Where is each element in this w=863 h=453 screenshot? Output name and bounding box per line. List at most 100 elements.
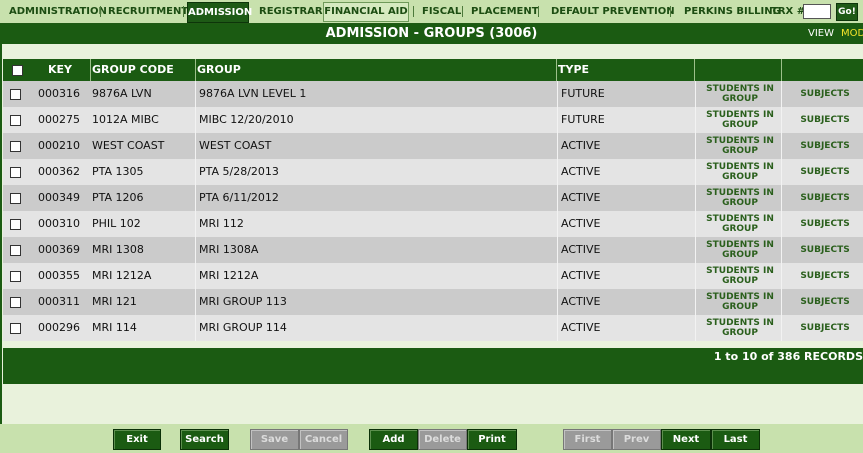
subjects-link[interactable]: SUBJECTS <box>782 107 863 133</box>
tab-admission[interactable]: ADMISSION <box>187 2 252 23</box>
table-row[interactable]: 000369 MRI 1308 MRI 1308A ACTIVE STUDENT… <box>3 237 863 263</box>
subjects-link[interactable]: SUBJECTS <box>782 185 863 211</box>
subjects-link[interactable]: SUBJECTS <box>782 81 863 107</box>
next-button[interactable]: Next <box>661 429 711 450</box>
cancel-button[interactable]: Cancel <box>299 429 348 450</box>
row-divider <box>195 263 196 289</box>
column-header-group-code[interactable]: GROUP CODE <box>92 59 174 81</box>
row-checkbox[interactable] <box>10 141 21 152</box>
subjects-link[interactable]: SUBJECTS <box>782 133 863 159</box>
students-in-group-link[interactable]: STUDENTS IN GROUP <box>700 266 780 286</box>
bottom-toolbar: Exit Search Save Cancel Add Delete Print… <box>0 424 863 453</box>
cell-group: PTA 5/28/2013 <box>199 165 279 178</box>
students-in-group-link[interactable]: STUDENTS IN GROUP <box>700 84 780 104</box>
row-divider <box>695 211 696 237</box>
table-row[interactable]: 000311 MRI 121 MRI GROUP 113 ACTIVE STUD… <box>3 289 863 315</box>
trx-input[interactable] <box>803 4 831 19</box>
add-button[interactable]: Add <box>369 429 418 450</box>
column-header-key[interactable]: KEY <box>48 59 72 81</box>
row-checkbox[interactable] <box>10 271 21 282</box>
cell-group: MRI 1308A <box>199 243 259 256</box>
cell-group: 9876A LVN LEVEL 1 <box>199 87 307 100</box>
subjects-link[interactable]: SUBJECTS <box>782 159 863 185</box>
students-in-group-link[interactable]: STUDENTS IN GROUP <box>700 188 780 208</box>
row-divider <box>695 315 696 341</box>
subjects-link[interactable]: SUBJECTS <box>782 315 863 341</box>
row-checkbox[interactable] <box>10 167 21 178</box>
row-divider <box>195 237 196 263</box>
cell-group: MRI 112 <box>199 217 244 230</box>
table-row[interactable]: 000275 1012A MIBC MIBC 12/20/2010 FUTURE… <box>3 107 863 133</box>
tab-recruitment[interactable]: RECRUITMENT <box>108 0 188 23</box>
exit-button[interactable]: Exit <box>113 429 161 450</box>
row-checkbox[interactable] <box>10 89 21 100</box>
save-button[interactable]: Save <box>250 429 299 450</box>
nav-divider <box>538 6 539 17</box>
cell-group-code: PHIL 102 <box>92 217 141 230</box>
modify-mode-link[interactable]: MOD <box>841 24 863 44</box>
students-in-group-link[interactable]: STUDENTS IN GROUP <box>700 110 780 130</box>
tab-administration[interactable]: ADMINISTRATION <box>9 0 107 23</box>
students-in-group-link[interactable]: STUDENTS IN GROUP <box>700 162 780 182</box>
print-button[interactable]: Print <box>467 429 517 450</box>
table-row[interactable]: 000349 PTA 1206 PTA 6/11/2012 ACTIVE STU… <box>3 185 863 211</box>
row-checkbox[interactable] <box>10 245 21 256</box>
column-header-group[interactable]: GROUP <box>197 59 241 81</box>
row-checkbox[interactable] <box>10 219 21 230</box>
first-button[interactable]: First <box>563 429 612 450</box>
table-row[interactable]: 000210 WEST COAST WEST COAST ACTIVE STUD… <box>3 133 863 159</box>
table-row[interactable]: 000355 MRI 1212A MRI 1212A ACTIVE STUDEN… <box>3 263 863 289</box>
delete-button[interactable]: Delete <box>418 429 467 450</box>
students-in-group-link[interactable]: STUDENTS IN GROUP <box>700 240 780 260</box>
row-checkbox[interactable] <box>10 323 21 334</box>
tab-financial-aid[interactable]: FINANCIAL AID <box>323 2 409 22</box>
cell-group: MIBC 12/20/2010 <box>199 113 294 126</box>
students-in-group-link[interactable]: STUDENTS IN GROUP <box>700 136 780 156</box>
nav-divider <box>100 6 101 17</box>
table-row[interactable]: 000316 9876A LVN 9876A LVN LEVEL 1 FUTUR… <box>3 81 863 107</box>
tab-placement[interactable]: PLACEMENT <box>471 0 539 23</box>
tab-perkins-billing[interactable]: PERKINS BILLING <box>684 0 781 23</box>
row-divider <box>557 315 558 341</box>
cell-type: ACTIVE <box>561 295 601 308</box>
grid-footer: 1 to 10 of 386 RECORDS <box>3 348 863 384</box>
table-row[interactable]: 000362 PTA 1305 PTA 5/28/2013 ACTIVE STU… <box>3 159 863 185</box>
cell-group: PTA 6/11/2012 <box>199 191 279 204</box>
cell-group-code: MRI 1212A <box>92 269 152 282</box>
tab-default-prevention[interactable]: DEFAULT PREVENTION <box>551 0 675 23</box>
students-in-group-link[interactable]: STUDENTS IN GROUP <box>700 318 780 338</box>
last-button[interactable]: Last <box>711 429 760 450</box>
search-button[interactable]: Search <box>180 429 229 450</box>
select-all-checkbox[interactable] <box>12 65 23 76</box>
row-divider <box>195 81 196 107</box>
table-row[interactable]: 000310 PHIL 102 MRI 112 ACTIVE STUDENTS … <box>3 211 863 237</box>
cell-key: 000310 <box>38 217 80 230</box>
subjects-link[interactable]: SUBJECTS <box>782 289 863 315</box>
cell-key: 000316 <box>38 87 80 100</box>
row-checkbox[interactable] <box>10 193 21 204</box>
go-button[interactable]: Go! <box>836 3 858 21</box>
students-in-group-link[interactable]: STUDENTS IN GROUP <box>700 214 780 234</box>
tab-fiscal[interactable]: FISCAL <box>422 0 461 23</box>
cell-type: ACTIVE <box>561 165 601 178</box>
view-mode-link[interactable]: VIEW <box>808 24 834 44</box>
row-divider <box>695 107 696 133</box>
left-border <box>0 44 2 424</box>
cell-type: FUTURE <box>561 87 605 100</box>
cell-group: WEST COAST <box>199 139 272 152</box>
subjects-link[interactable]: SUBJECTS <box>782 237 863 263</box>
row-divider <box>557 237 558 263</box>
subjects-link[interactable]: SUBJECTS <box>782 211 863 237</box>
prev-button[interactable]: Prev <box>612 429 661 450</box>
row-divider <box>695 159 696 185</box>
subjects-link[interactable]: SUBJECTS <box>782 263 863 289</box>
students-in-group-link[interactable]: STUDENTS IN GROUP <box>700 292 780 312</box>
tab-registrar[interactable]: REGISTRAR <box>259 0 323 23</box>
row-checkbox[interactable] <box>10 115 21 126</box>
row-checkbox[interactable] <box>10 297 21 308</box>
cell-key: 000362 <box>38 165 80 178</box>
column-header-type[interactable]: TYPE <box>558 59 589 81</box>
cell-type: ACTIVE <box>561 191 601 204</box>
table-row[interactable]: 000296 MRI 114 MRI GROUP 114 ACTIVE STUD… <box>3 315 863 341</box>
column-divider <box>195 59 196 81</box>
